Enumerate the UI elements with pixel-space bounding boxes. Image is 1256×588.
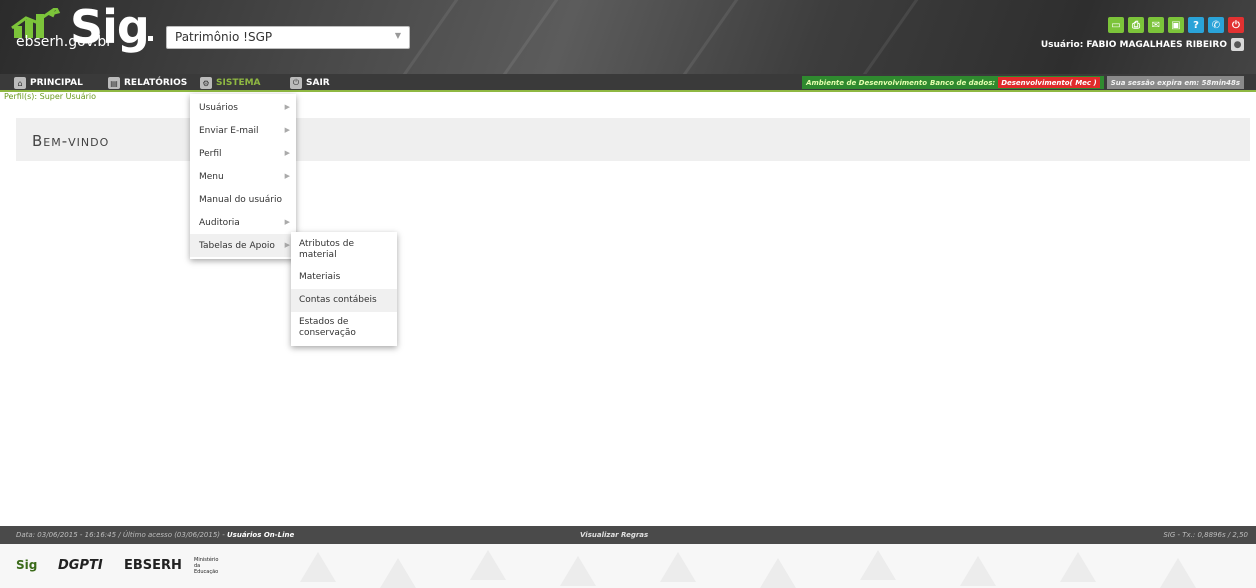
user-label: Usuário: FABIO MAGALHAES RIBEIRO <box>1040 39 1227 50</box>
user-icon[interactable]: ● <box>1231 38 1244 51</box>
ministerio-educacao-logo: Ministério da Educação <box>194 557 219 575</box>
ebserh-logo: EBSERH <box>124 558 182 573</box>
menu-item-label: Perfil <box>199 148 222 159</box>
footer-date-text: Data: 03/06/2015 - 16:16:45 / Último ace… <box>16 531 225 539</box>
monitor-icon[interactable]: ▭ <box>1108 17 1124 33</box>
online-users-link[interactable]: Usuários On-Line <box>227 531 294 539</box>
footer-timing: SIG - Tx.: 0,8896s / 2,50 <box>1163 531 1248 539</box>
menu-item-auditoria[interactable]: Auditoria ▶ <box>190 211 296 234</box>
nav-item-principal[interactable]: ⌂ PRINCIPAL <box>14 76 83 90</box>
submenu-item-contas-contabeis[interactable]: Contas contábeis <box>291 289 397 312</box>
nav-label: SAIR <box>306 78 330 88</box>
chevron-down-icon: ▼ <box>394 31 401 40</box>
chevron-right-icon: ▶ <box>284 172 290 180</box>
home-icon: ⌂ <box>14 77 26 89</box>
menu-item-label: Enviar E-mail <box>199 125 259 136</box>
menu-item-label: Auditoria <box>199 217 240 228</box>
footer-decoration <box>470 550 506 580</box>
phone-icon[interactable]: ✆ <box>1208 17 1224 33</box>
menu-item-menu[interactable]: Menu ▶ <box>190 165 296 188</box>
submenu-item-atributos[interactable]: Atributos de material <box>291 234 397 266</box>
chevron-right-icon: ▶ <box>284 149 290 157</box>
submenu-item-label: Materiais <box>299 272 341 282</box>
submenu-item-estados-conservacao[interactable]: Estados de conservação <box>291 312 381 344</box>
chat-icon[interactable]: ▣ <box>1168 17 1184 33</box>
header-banner: Sig ebserh.gov.br Patrimônio !SGP ▼ ▭ ⎙ ✉ ▣… <box>0 0 1256 74</box>
logo-domain-text: ebserh.gov.br <box>16 34 112 50</box>
sig-footer-logo: Sig <box>16 558 38 572</box>
footer-bar: Data: 03/06/2015 - 16:16:45 / Último ace… <box>0 526 1256 544</box>
top-icon-bar: ▭ ⎙ ✉ ▣? ✆ ⏻ <box>1108 17 1244 33</box>
environment-info: Ambiente de Desenvolvimento Banco de dad… <box>802 76 1244 89</box>
nav-item-relatorios[interactable]: ▤ RELATÓRIOS <box>108 76 187 90</box>
banner-decoration <box>840 0 923 74</box>
footer-decoration <box>860 550 896 580</box>
menu-item-label: Tabelas de Apoio <box>199 240 275 251</box>
help-icon[interactable]: ? <box>1188 17 1204 33</box>
profile-text: Perfil(s): Super Usuário <box>4 92 97 101</box>
page-title: Bem-vindo <box>32 132 110 150</box>
database-value: Desenvolvimento( Mec ) <box>998 77 1100 88</box>
tabelas-de-apoio-submenu: Atributos de material Materiais Contas c… <box>291 232 397 346</box>
menu-item-manual[interactable]: Manual do usuário <box>190 188 296 211</box>
submenu-item-label: Atributos de material <box>299 239 354 260</box>
system-select-value: Patrimônio !SGP <box>175 30 273 44</box>
mail-icon[interactable]: ✉ <box>1148 17 1164 33</box>
footer-logos: Sig DGPTI EBSERH Ministério da Educação <box>0 544 1256 588</box>
banner-decoration <box>660 0 743 74</box>
footer-decoration <box>380 558 416 588</box>
menu-item-label: Menu <box>199 171 224 182</box>
footer-decoration <box>760 558 796 588</box>
nav-label: SISTEMA <box>216 78 261 88</box>
menu-item-usuarios[interactable]: Usuários ▶ <box>190 96 296 119</box>
view-rules-link[interactable]: Visualizar Regras <box>580 531 648 539</box>
menu-item-enviar-email[interactable]: Enviar E-mail ▶ <box>190 119 296 142</box>
session-timer: Sua sessão expira em: 58min48s <box>1106 76 1244 89</box>
chart-icon: ▤ <box>108 77 120 89</box>
chevron-right-icon: ▶ <box>284 103 290 111</box>
nav-label: RELATÓRIOS <box>124 78 188 88</box>
logo-dot <box>148 36 153 41</box>
footer-decoration <box>1060 552 1096 582</box>
system-menu: Usuários ▶ Enviar E-mail ▶ Perfil ▶ Menu… <box>190 94 296 259</box>
environment-label: Ambiente de Desenvolvimento <box>806 78 928 87</box>
chevron-right-icon: ▶ <box>284 218 290 226</box>
main-nav: ⌂ PRINCIPAL ▤ RELATÓRIOS ⚙ SISTEMA ⏻ SAI… <box>0 74 1256 92</box>
chevron-right-icon: ▶ <box>284 241 290 249</box>
menu-item-label: Manual do usuário <box>199 194 282 205</box>
banner-decoration <box>480 0 563 74</box>
footer-decoration <box>660 552 696 582</box>
user-info: Usuário: FABIO MAGALHAES RIBEIRO ● <box>1041 38 1244 51</box>
nav-item-sistema[interactable]: ⚙ SISTEMA <box>200 76 261 90</box>
nav-item-sair[interactable]: ⏻ SAIR <box>290 76 330 90</box>
power-icon[interactable]: ⏻ <box>1228 17 1244 33</box>
system-select[interactable]: Patrimônio !SGP ▼ <box>166 26 410 49</box>
menu-item-label: Usuários <box>199 102 238 113</box>
chevron-right-icon: ▶ <box>284 126 290 134</box>
footer-decoration <box>1160 558 1196 588</box>
sig-logo[interactable]: Sig ebserh.gov.br <box>10 0 153 54</box>
submenu-item-label: Contas contábeis <box>299 295 377 305</box>
menu-item-tabelas-de-apoio[interactable]: Tabelas de Apoio ▶ <box>190 234 296 257</box>
footer-decoration <box>300 552 336 582</box>
dgpti-logo: DGPTI <box>58 558 103 573</box>
print-icon[interactable]: ⎙ <box>1128 17 1144 33</box>
nav-label: PRINCIPAL <box>30 78 83 88</box>
footer-status: Data: 03/06/2015 - 16:16:45 / Último ace… <box>16 531 294 539</box>
submenu-item-label: Estados de conservação <box>299 317 356 338</box>
power-icon: ⏻ <box>290 77 302 89</box>
footer-decoration <box>960 556 996 586</box>
environment-badge: Ambiente de Desenvolvimento Banco de dad… <box>802 76 1104 89</box>
gear-icon: ⚙ <box>200 77 212 89</box>
database-label: Banco de dados: <box>930 78 996 87</box>
footer-decoration <box>560 556 596 586</box>
menu-item-perfil[interactable]: Perfil ▶ <box>190 142 296 165</box>
submenu-item-materiais[interactable]: Materiais <box>291 266 397 289</box>
